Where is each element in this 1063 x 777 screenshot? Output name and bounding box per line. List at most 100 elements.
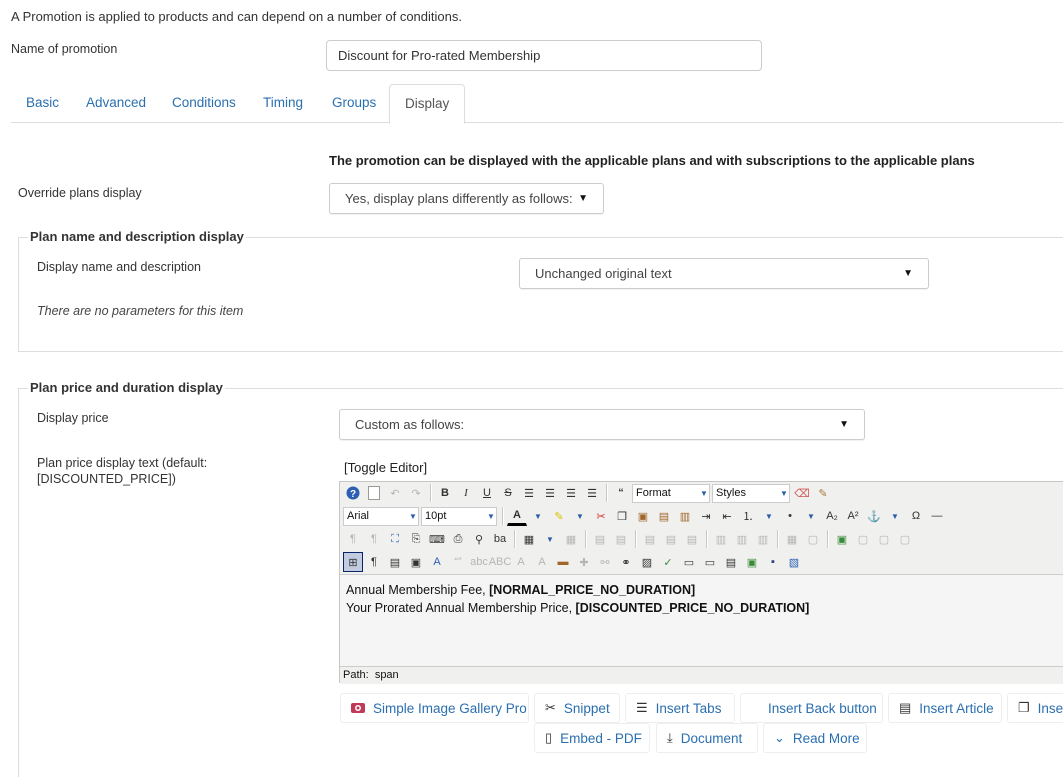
text-color-icon[interactable]: A [507, 506, 527, 526]
eraser-icon[interactable]: ⌫ [792, 483, 812, 503]
insert-layer-icon[interactable]: ▣ [832, 529, 852, 549]
align-right-icon[interactable]: ☰ [582, 483, 602, 503]
tab-advanced[interactable]: Advanced [71, 84, 161, 123]
superscript-icon[interactable]: A² [843, 506, 863, 526]
copy-icon[interactable]: ❐ [612, 506, 632, 526]
help-icon[interactable]: ? [343, 483, 363, 503]
cell-props-icon[interactable]: ▤ [661, 529, 681, 549]
chevron-down-icon[interactable]: ▼ [801, 506, 821, 526]
search-icon[interactable]: ⚲ [469, 529, 489, 549]
visual-aid-icon[interactable]: ⊞ [343, 552, 363, 572]
bullet-list-icon[interactable]: • [780, 506, 800, 526]
cleanup-broom-icon[interactable]: ✎ [813, 483, 833, 503]
col-after-icon[interactable]: ▥ [732, 529, 752, 549]
subscript-icon[interactable]: A₂ [822, 506, 842, 526]
insert-tabs-button[interactable]: ☰ Insert Tabs [625, 693, 735, 723]
delete-table-icon[interactable]: ▦ [561, 529, 581, 549]
chevron-down-icon[interactable]: ▼ [540, 529, 560, 549]
tab-basic[interactable]: Basic [11, 84, 74, 123]
insertion-icon[interactable]: A [532, 552, 552, 572]
chevron-down-icon[interactable]: ▼ [528, 506, 548, 526]
paste-text-icon[interactable]: ▤ [654, 506, 674, 526]
source-code-icon[interactable]: ⌨ [427, 529, 447, 549]
paste-icon[interactable]: ▣ [633, 506, 653, 526]
insert-more-button[interactable]: ❐ Inse [1007, 693, 1063, 723]
strikethrough-icon[interactable]: S [498, 483, 518, 503]
align-center-icon[interactable]: ☰ [540, 483, 560, 503]
cite-icon[interactable]: “” [448, 552, 468, 572]
style-props-icon[interactable]: ▣ [406, 552, 426, 572]
redo-icon[interactable]: ↷ [406, 483, 426, 503]
table-icon[interactable]: ▦ [519, 529, 539, 549]
acronym-icon[interactable]: ABC [489, 552, 512, 572]
simple-image-gallery-button[interactable]: Simple Image Gallery Pro [340, 693, 529, 723]
display-price-select[interactable]: Custom as follows: ▼ [339, 409, 865, 440]
article-icon[interactable]: ▤ [721, 552, 741, 572]
tab-groups[interactable]: Groups [317, 84, 391, 123]
override-plans-select[interactable]: Yes, display plans differently as follow… [329, 183, 604, 214]
link-icon[interactable]: ⚭ [616, 552, 636, 572]
cut-icon[interactable]: ✂ [591, 506, 611, 526]
paste-word-icon[interactable]: ▥ [675, 506, 695, 526]
delete-row-icon[interactable]: ▤ [682, 529, 702, 549]
template-icon[interactable]: ▤ [385, 552, 405, 572]
merge-cells-icon[interactable]: ▢ [803, 529, 823, 549]
move-forward-icon[interactable]: ▢ [853, 529, 873, 549]
replace-icon[interactable]: ba [490, 529, 510, 549]
underline-icon[interactable]: U [477, 483, 497, 503]
toggle-editor-link[interactable]: [Toggle Editor] [344, 460, 427, 475]
move-backward-icon[interactable]: ▢ [874, 529, 894, 549]
display-name-select[interactable]: Unchanged original text ▼ [519, 258, 929, 289]
col-before-icon[interactable]: ▥ [711, 529, 731, 549]
row-before-icon[interactable]: ▤ [590, 529, 610, 549]
preview-icon[interactable]: ⎘ [406, 529, 426, 549]
row-after-icon[interactable]: ▤ [611, 529, 631, 549]
editor-content[interactable]: Annual Membership Fee, [NORMAL_PRICE_NO_… [340, 574, 1063, 666]
font-family-select[interactable]: Arial ▼ [343, 506, 419, 526]
embed-icon[interactable]: ▭ [700, 552, 720, 572]
media-icon[interactable]: ▣ [742, 552, 762, 572]
new-document-icon[interactable] [364, 483, 384, 503]
save-icon[interactable]: ▪ [763, 552, 783, 572]
tab-conditions[interactable]: Conditions [157, 84, 251, 123]
abbreviation-icon[interactable]: abc [469, 552, 489, 572]
snippet-button[interactable]: ✂ Snippet [534, 693, 620, 723]
nonbreaking-icon[interactable]: ▬ [553, 552, 573, 572]
attributes-icon[interactable]: A [427, 552, 447, 572]
anchor-icon[interactable]: ⚓ [864, 506, 884, 526]
path-value[interactable]: span [375, 669, 399, 681]
embed-pdf-button[interactable]: ▯ Embed - PDF [534, 723, 650, 753]
deletion-icon[interactable]: A [511, 552, 531, 572]
special-character-icon[interactable]: Ω [906, 506, 926, 526]
tab-timing[interactable]: Timing [248, 84, 318, 123]
align-justify-icon[interactable]: ☰ [519, 483, 539, 503]
print-icon[interactable]: ⎙ [448, 529, 468, 549]
rtl-icon[interactable]: ¶ [364, 529, 384, 549]
iframe-icon[interactable]: ▭ [679, 552, 699, 572]
tab-display[interactable]: Display [389, 84, 466, 124]
show-blocks-icon[interactable]: ¶ [364, 552, 384, 572]
font-size-select[interactable]: 10pt ▼ [421, 506, 497, 526]
fullscreen-icon[interactable]: ⛶ [385, 529, 405, 549]
split-cells-icon[interactable]: ▦ [782, 529, 802, 549]
bold-icon[interactable]: B [435, 483, 455, 503]
pagebreak-icon[interactable]: ✚ [574, 552, 594, 572]
promotion-name-input[interactable] [326, 40, 762, 71]
chevron-down-icon[interactable]: ▼ [570, 506, 590, 526]
chevron-down-icon[interactable]: ▼ [885, 506, 905, 526]
insert-back-button[interactable]: Insert Back button [740, 693, 883, 723]
add-document-icon[interactable]: ▧ [784, 552, 804, 572]
italic-icon[interactable]: I [456, 483, 476, 503]
numbered-list-icon[interactable]: ⒈ [738, 506, 758, 526]
delete-col-icon[interactable]: ▥ [753, 529, 773, 549]
row-props-icon[interactable]: ▤ [640, 529, 660, 549]
document-button[interactable]: ⤓ Document [656, 723, 758, 753]
image-icon[interactable]: ▨ [637, 552, 657, 572]
horizontal-rule-icon[interactable]: — [927, 506, 947, 526]
align-left-icon[interactable]: ☰ [561, 483, 581, 503]
blockquote-icon[interactable]: “ [611, 483, 631, 503]
highlight-icon[interactable]: ✎ [549, 506, 569, 526]
insert-article-button[interactable]: ▤ Insert Article [888, 693, 1002, 723]
undo-icon[interactable]: ↶ [385, 483, 405, 503]
ltr-icon[interactable]: ¶ [343, 529, 363, 549]
